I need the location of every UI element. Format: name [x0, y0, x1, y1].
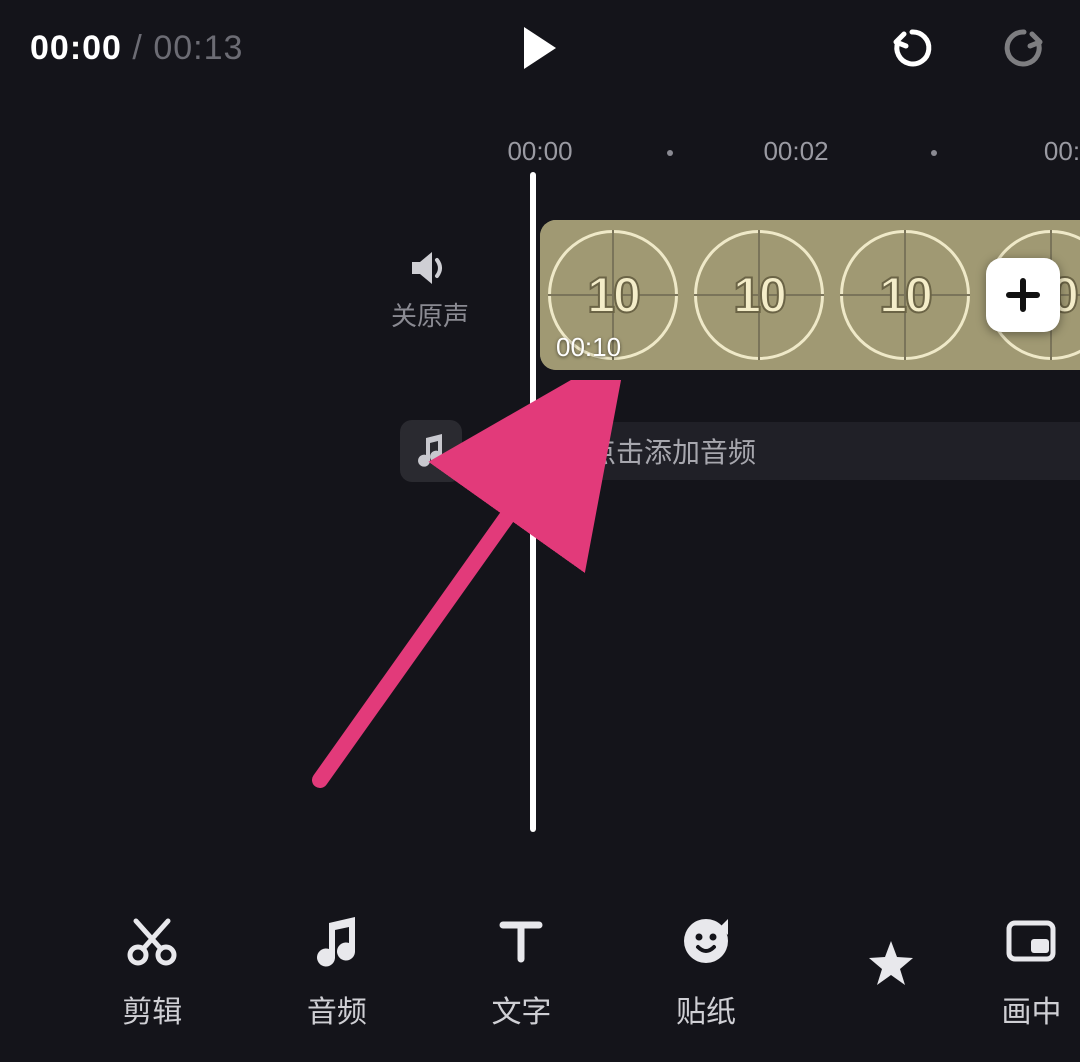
- mute-label: 关原声: [360, 296, 500, 333]
- time-separator: /: [122, 29, 153, 67]
- text-icon: [497, 913, 545, 969]
- tool-label: 文字: [491, 987, 551, 1031]
- pip-icon: [1005, 913, 1057, 969]
- tool-text[interactable]: 文字: [429, 913, 614, 1031]
- clip-frame: 10: [686, 220, 832, 370]
- tool-label: 画中: [1001, 987, 1061, 1031]
- tool-label: 贴纸: [676, 987, 736, 1031]
- frame-value: 10: [733, 266, 785, 324]
- ruler-tick: [931, 150, 937, 156]
- music-note-icon: [416, 434, 446, 468]
- plus-icon: [1005, 277, 1041, 313]
- tool-cut[interactable]: 剪辑: [60, 913, 245, 1031]
- ruler-mark: 00:00: [507, 136, 572, 167]
- star-icon: [865, 935, 917, 991]
- audio-track-icon-button[interactable]: [400, 420, 462, 482]
- current-time: 00:00: [30, 29, 122, 67]
- frame-value: 10: [879, 266, 931, 324]
- undo-button[interactable]: [884, 20, 940, 76]
- redo-icon: [1002, 26, 1046, 70]
- add-audio-row[interactable]: 点击添加音频: [540, 422, 1080, 480]
- add-clip-button[interactable]: [986, 258, 1060, 332]
- timeline-ruler[interactable]: 00:00 00:02 00:: [0, 136, 1080, 176]
- undo-icon: [890, 26, 934, 70]
- tool-label: 音频: [307, 987, 367, 1031]
- tool-audio[interactable]: 音频: [245, 913, 430, 1031]
- transport-bar: 00:00 / 00:13: [0, 0, 1080, 96]
- clip-frame: 10: [832, 220, 978, 370]
- play-button[interactable]: [512, 20, 568, 76]
- mute-original-sound[interactable]: 关原声: [360, 250, 500, 333]
- playhead[interactable]: [530, 172, 536, 832]
- scissors-icon: [126, 913, 178, 969]
- ruler-tick: [667, 150, 673, 156]
- ruler-mark: 00:02: [763, 136, 828, 167]
- time-readout: 00:00 / 00:13: [30, 29, 243, 68]
- music-note-icon: [313, 913, 361, 969]
- ruler-mark: 00:: [1044, 136, 1080, 167]
- total-time: 00:13: [153, 29, 243, 67]
- bottom-toolbar: 剪辑 音频 文字 贴纸 画中: [0, 882, 1080, 1062]
- tool-sticker[interactable]: 贴纸: [614, 913, 799, 1031]
- speaker-icon: [360, 250, 500, 286]
- tool-label: 剪辑: [122, 987, 182, 1031]
- tool-effects[interactable]: [798, 935, 983, 1009]
- tool-pip[interactable]: 画中: [983, 913, 1080, 1031]
- add-audio-label: 点击添加音频: [588, 431, 756, 471]
- sticker-face-icon: [680, 913, 732, 969]
- clip-duration-label: 00:10: [556, 332, 621, 363]
- frame-value: 10: [587, 266, 639, 324]
- play-icon: [520, 25, 560, 71]
- redo-button[interactable]: [996, 20, 1052, 76]
